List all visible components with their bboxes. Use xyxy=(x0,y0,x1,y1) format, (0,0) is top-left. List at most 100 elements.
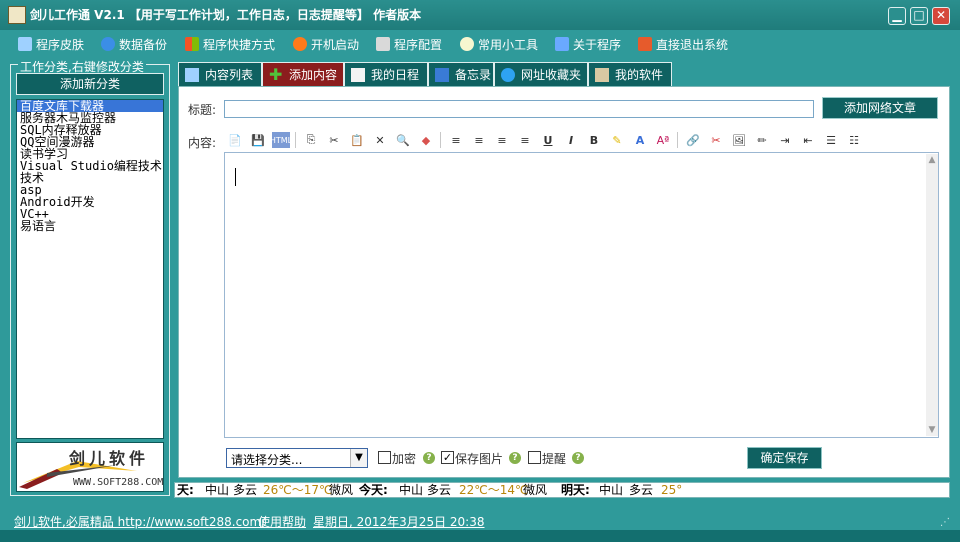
weather-day-label: 今天: xyxy=(359,483,388,497)
editor-scrollbar[interactable]: ▲ ▼ xyxy=(926,154,938,436)
eraser-icon[interactable]: ◆ xyxy=(417,132,435,148)
unlink-icon[interactable]: ✂ xyxy=(707,132,725,148)
encrypt-checkbox[interactable] xyxy=(378,451,391,464)
cut-icon[interactable]: ✂ xyxy=(325,132,343,148)
menu-item-label: 常用小工具 xyxy=(478,37,539,52)
tab-my-software[interactable]: 我的软件 xyxy=(588,62,672,86)
title-label: 标题: xyxy=(188,103,217,117)
bold-icon[interactable]: B xyxy=(585,132,603,148)
category-select-value: 请选择分类... xyxy=(231,453,303,467)
encrypt-label: 加密 xyxy=(392,452,417,466)
font-color-icon[interactable]: A xyxy=(631,132,649,148)
app-window: 剑儿工作通 V2.1 【用于写工作计划，工作日志，日志提醒等】 作者版本 ▁ □… xyxy=(0,0,960,542)
tab-content-list[interactable]: 内容列表 xyxy=(178,62,262,86)
logo-title: 剑儿软件 xyxy=(69,449,150,468)
link-icon[interactable]: 🔗 xyxy=(684,132,702,148)
status-bar: 剑儿软件,必属精品 http://www.soft288.com/ 使用帮助 星… xyxy=(0,510,960,530)
app-icon xyxy=(8,6,26,24)
minimize-button[interactable]: ▁ xyxy=(888,7,906,25)
weather-city: 中山 xyxy=(599,483,624,497)
tab-memo[interactable]: 备忘录 xyxy=(428,62,494,86)
list-icon xyxy=(185,67,199,82)
italic-icon[interactable]: I xyxy=(562,132,580,148)
tab-bookmarks[interactable]: 网址收藏夹 xyxy=(494,62,588,86)
title-input[interactable] xyxy=(224,100,814,118)
align-justify-icon[interactable]: ≡ xyxy=(493,132,511,148)
window-title: 剑儿工作通 V2.1 【用于写工作计划，工作日志，日志提醒等】 作者版本 xyxy=(30,8,422,22)
content-label: 内容: xyxy=(188,136,217,150)
find-icon[interactable]: 🔍 xyxy=(394,132,412,148)
scroll-down-icon[interactable]: ▼ xyxy=(926,424,938,436)
numbering-icon[interactable]: ☷ xyxy=(845,132,863,148)
align-left-icon[interactable]: ≡ xyxy=(447,132,465,148)
menu-item-shortcut[interactable]: 程序快捷方式 xyxy=(185,35,275,53)
font-size-icon[interactable]: Aª xyxy=(654,132,672,148)
toolbar-separator xyxy=(295,132,296,148)
align-center-icon[interactable]: ≡ xyxy=(470,132,488,148)
image-icon[interactable]: 🖼 xyxy=(730,132,748,148)
chevron-down-icon[interactable]: ▼ xyxy=(350,449,367,467)
add-category-button[interactable]: 添加新分类 xyxy=(16,73,164,95)
weather-bar: 天: 中山 多云 26℃～17℃ 微风 今天: 中山 多云 22℃～14℃ 微风… xyxy=(174,482,950,498)
outdent-icon[interactable]: ⇤ xyxy=(799,132,817,148)
help-icon[interactable]: ? xyxy=(509,452,521,464)
help-link[interactable]: 使用帮助 xyxy=(258,513,306,530)
copy-icon[interactable]: ⎘ xyxy=(302,132,320,148)
website-link[interactable]: 剑儿软件,必属精品 http://www.soft288.com/ xyxy=(14,513,265,530)
tab-label: 我的软件 xyxy=(615,68,664,82)
menu-item-autostart[interactable]: 开机启动 xyxy=(293,35,359,53)
delete-icon[interactable]: ✕ xyxy=(371,132,389,148)
tab-add-content[interactable]: ✚ 添加内容 xyxy=(262,62,344,86)
content-editor[interactable] xyxy=(224,152,939,438)
add-web-article-button[interactable]: 添加网络文章 xyxy=(822,97,938,119)
datetime-link[interactable]: 星期日, 2012年3月25日 20:38 xyxy=(313,513,484,530)
save-images-checkbox[interactable]: ✓ xyxy=(441,451,454,464)
close-button[interactable]: ✕ xyxy=(932,7,950,25)
logo-url: WWW.SOFT288.COM xyxy=(73,477,164,488)
editor-toolbar: 📄 💾 HTML ⎘ ✂ 📋 ✕ 🔍 ◆ ≡ ≡ ≡ ≡ U I B ✎ A A… xyxy=(226,130,868,150)
highlight-icon[interactable]: ✎ xyxy=(608,132,626,148)
menu-item-about[interactable]: 关于程序 xyxy=(555,35,621,53)
indent-icon[interactable]: ⇥ xyxy=(776,132,794,148)
new-doc-icon[interactable]: 📄 xyxy=(226,132,244,148)
edit-icon[interactable]: ✏ xyxy=(753,132,771,148)
maximize-button[interactable]: □ xyxy=(910,7,928,25)
resize-grip-icon[interactable]: ⋰ xyxy=(940,518,950,528)
menu-item-label: 直接退出系统 xyxy=(656,37,729,52)
weather-temp: 25° xyxy=(661,483,683,497)
confirm-save-button[interactable]: 确定保存 xyxy=(747,447,822,469)
menu-item-config[interactable]: 程序配置 xyxy=(376,35,442,53)
menu-item-backup[interactable]: 数据备份 xyxy=(101,35,167,53)
category-select[interactable]: 请选择分类... ▼ xyxy=(226,448,368,468)
list-item[interactable]: 易语言 xyxy=(17,220,163,232)
tab-label: 网址收藏夹 xyxy=(521,68,582,82)
tab-label: 备忘录 xyxy=(455,68,492,82)
reminder-checkbox[interactable] xyxy=(528,451,541,464)
windows-logo-icon xyxy=(185,37,199,51)
menu-item-tools[interactable]: 常用小工具 xyxy=(460,35,538,53)
menu-bar: 程序皮肤 数据备份 程序快捷方式 开机启动 程序配置 常用小工具 关于程序 直接… xyxy=(0,32,960,54)
help-icon[interactable]: ? xyxy=(572,452,584,464)
calendar-icon xyxy=(351,67,365,82)
align-right-icon[interactable]: ≡ xyxy=(516,132,534,148)
weather-wind: 微风 xyxy=(329,483,354,497)
menu-item-exit[interactable]: 直接退出系统 xyxy=(638,35,728,53)
bottom-strip xyxy=(0,530,960,542)
bullets-icon[interactable]: ☰ xyxy=(822,132,840,148)
menu-item-label: 程序快捷方式 xyxy=(203,37,276,52)
tab-label: 我的日程 xyxy=(371,68,420,82)
gift-exit-icon xyxy=(638,37,652,51)
weather-temp: 22℃～14℃ xyxy=(459,483,529,497)
underline-icon[interactable]: U xyxy=(539,132,557,148)
paste-icon[interactable]: 📋 xyxy=(348,132,366,148)
menu-item-label: 数据备份 xyxy=(119,37,168,52)
reminder-label: 提醒 xyxy=(542,452,567,466)
category-list[interactable]: 百度文库下载器 服务器木马监控器 SQL内存释放器 QQ空间漫游器 读书学习 V… xyxy=(16,99,164,439)
tab-my-schedule[interactable]: 我的日程 xyxy=(344,62,428,86)
html-icon[interactable]: HTML xyxy=(270,132,292,148)
menu-item-skin[interactable]: 程序皮肤 xyxy=(18,35,84,53)
save-icon[interactable]: 💾 xyxy=(249,132,267,148)
menu-item-label: 程序皮肤 xyxy=(36,37,85,52)
help-icon[interactable]: ? xyxy=(423,452,435,464)
scroll-up-icon[interactable]: ▲ xyxy=(926,154,938,166)
